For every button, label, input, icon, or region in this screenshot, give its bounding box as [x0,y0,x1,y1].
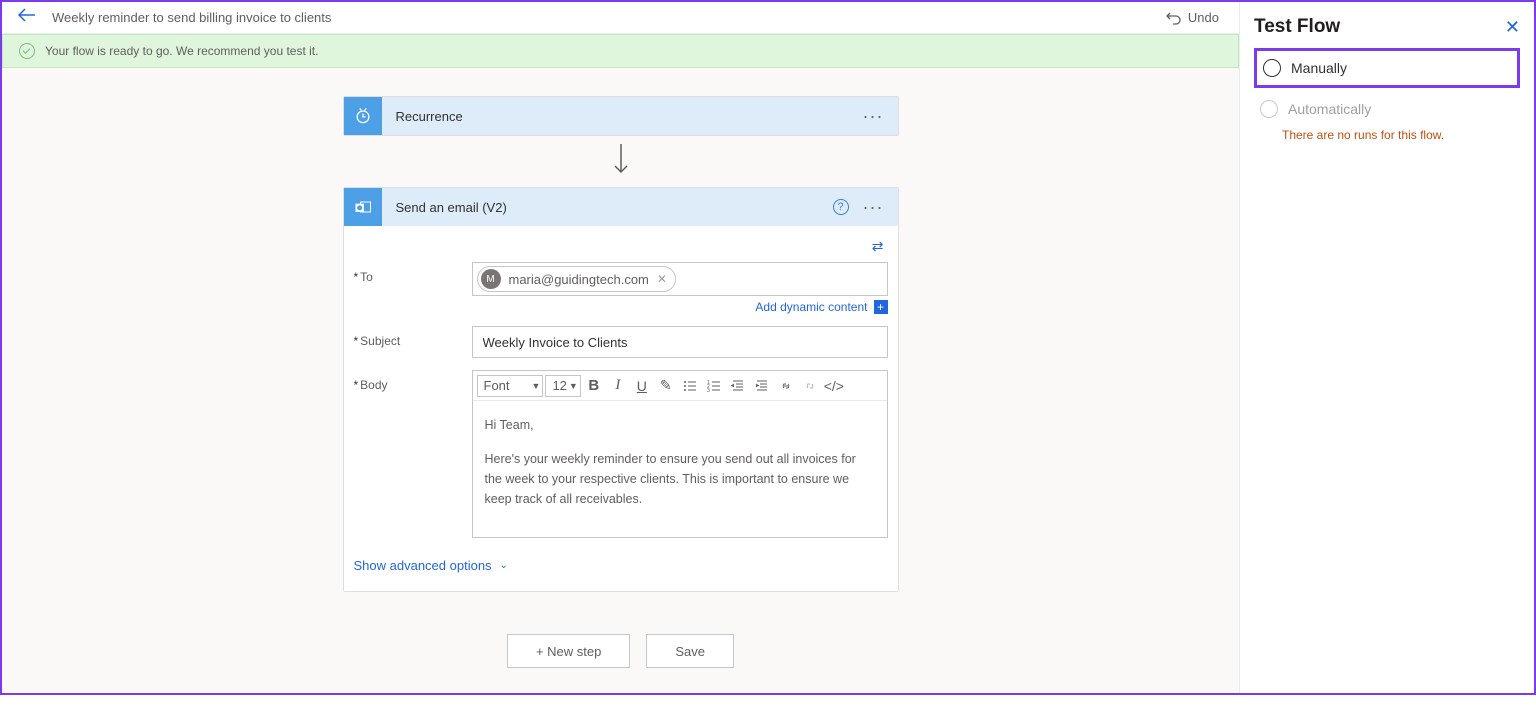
swap-connection-icon[interactable]: ⇄ [872,238,884,254]
flow-title[interactable]: Weekly reminder to send billing invoice … [52,10,331,25]
undo-icon [1166,11,1182,25]
label-body: *Body [354,370,472,392]
action-title: Send an email (V2) [396,200,833,215]
action-header[interactable]: Send an email (V2) ? ··· [344,188,898,226]
radio-icon [1260,100,1278,118]
radio-icon [1263,59,1281,77]
new-step-button[interactable]: + New step [507,634,630,668]
radio-label-automatically: Automatically [1288,101,1371,117]
avatar: M [481,269,501,289]
action-card-send-email: Send an email (V2) ? ··· ⇄ *To M [343,187,899,592]
radio-manually[interactable]: Manually [1254,48,1520,88]
ready-banner: Your flow is ready to go. We recommend y… [2,34,1239,68]
more-icon[interactable]: ··· [863,106,884,127]
recipient-email: maria@guidingtech.com [509,272,649,287]
clock-icon [344,97,382,135]
radio-label-manually: Manually [1291,60,1347,76]
trigger-title: Recurrence [396,109,863,124]
add-dynamic-content-link[interactable]: Add dynamic content [755,300,867,314]
body-editor[interactable]: Hi Team, Here's your weekly reminder to … [473,401,887,537]
back-arrow-icon[interactable] [14,4,40,31]
body-greeting: Hi Team, [485,415,875,435]
help-icon[interactable]: ? [833,199,849,215]
font-select[interactable]: Font▼ [477,375,544,397]
label-subject: *Subject [354,326,472,348]
font-size-select[interactable]: 12▼ [545,375,580,397]
code-view-icon[interactable]: </> [823,375,845,397]
trigger-card-recurrence[interactable]: Recurrence ··· [343,96,899,136]
subject-input[interactable] [472,326,888,358]
rich-text-toolbar: Font▼ 12▼ B I U ✎ 123 [473,371,887,401]
body-text: Here's your weekly reminder to ensure yo… [485,449,875,509]
chevron-down-icon: ⌄ [500,560,508,571]
to-input[interactable]: M maria@guidingtech.com ✕ [472,262,888,296]
outlook-icon [344,188,382,226]
flow-designer-canvas: Weekly reminder to send billing invoice … [2,2,1239,693]
save-button[interactable]: Save [646,634,734,668]
number-list-icon[interactable]: 123 [703,375,725,397]
close-icon[interactable]: ✕ [1505,17,1520,38]
bold-icon[interactable]: B [583,375,605,397]
plus-icon[interactable]: + [874,300,888,314]
undo-button[interactable]: Undo [1158,10,1227,25]
radio-automatically: Automatically [1254,92,1520,126]
color-icon[interactable]: ✎ [655,375,677,397]
underline-icon[interactable]: U [631,375,653,397]
svg-text:3: 3 [707,388,710,393]
link-icon[interactable] [775,375,797,397]
panel-title: Test Flow [1254,16,1340,38]
label-to: *To [354,262,472,284]
arrow-down-icon [611,142,631,181]
test-flow-panel: Test Flow ✕ Manually Automatically There… [1239,2,1534,693]
outdent-icon[interactable] [727,375,749,397]
undo-label: Undo [1188,10,1219,25]
top-bar: Weekly reminder to send billing invoice … [2,2,1239,34]
banner-text: Your flow is ready to go. We recommend y… [45,44,318,58]
more-icon[interactable]: ··· [863,197,884,218]
show-advanced-link[interactable]: Show advanced options ⌄ [354,558,508,573]
italic-icon[interactable]: I [607,375,629,397]
no-runs-text: There are no runs for this flow. [1254,128,1520,142]
recipient-pill: M maria@guidingtech.com ✕ [477,266,676,292]
bullet-list-icon[interactable] [679,375,701,397]
indent-icon[interactable] [751,375,773,397]
check-circle-icon [19,43,35,59]
unlink-icon[interactable] [799,375,821,397]
remove-recipient-icon[interactable]: ✕ [657,272,667,286]
